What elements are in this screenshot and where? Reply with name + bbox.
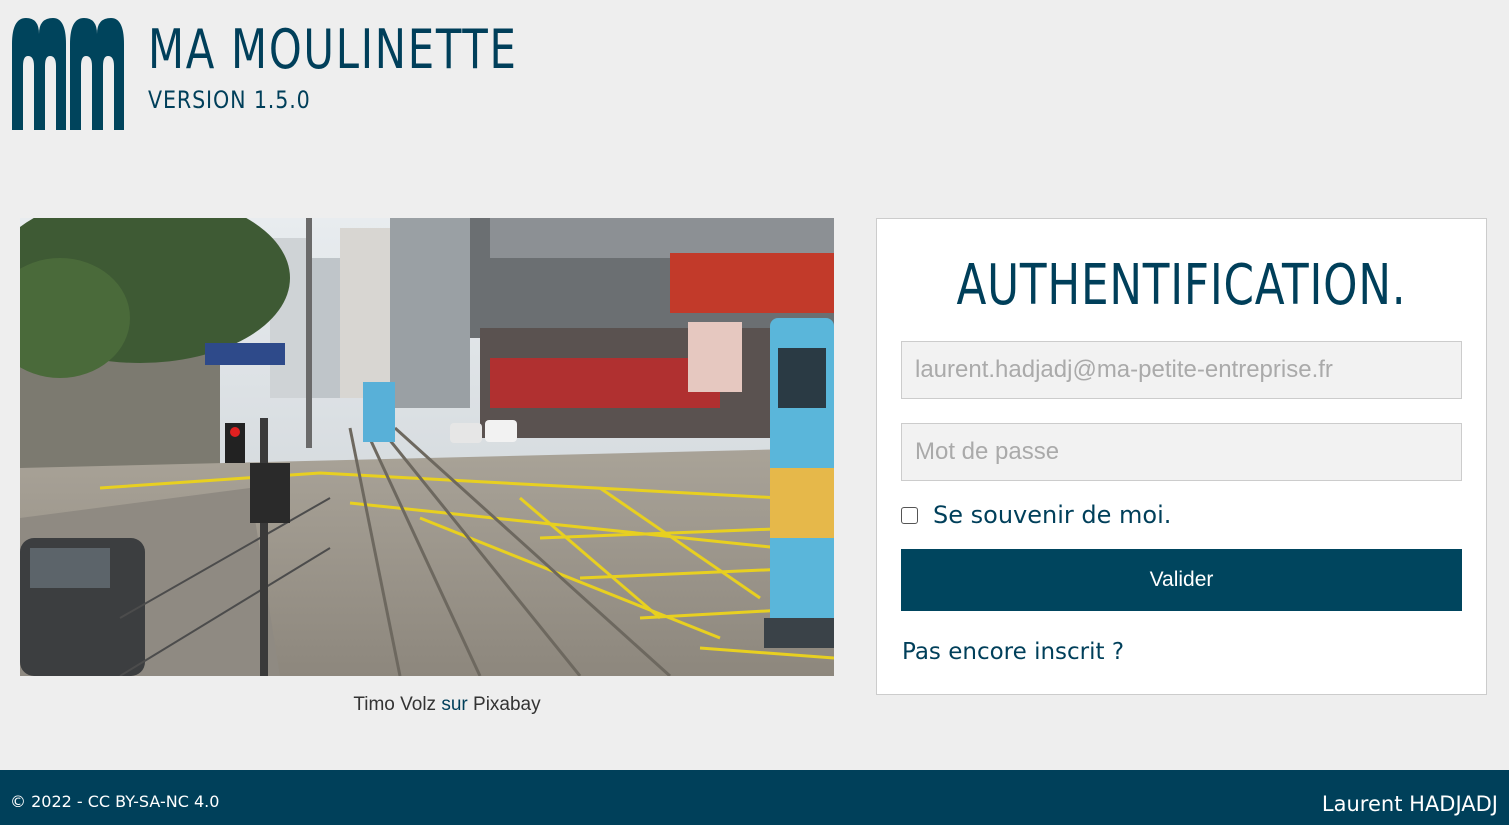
photo-credit-site: Pixabay [473, 694, 541, 715]
login-card: AUTHENTIFICATION. Se souvenir de moi. Va… [876, 218, 1487, 695]
photo-credit-author: Timo Volz [353, 694, 437, 715]
login-title: AUTHENTIFICATION. [877, 253, 1486, 318]
street-photo [20, 218, 834, 676]
footer-author: Laurent HADJADJ [1321, 792, 1498, 816]
footer-copyright: © 2022 - CC BY-SA-NC 4.0 [10, 792, 220, 811]
mm-logo-icon [12, 18, 124, 130]
password-input[interactable] [901, 423, 1462, 481]
photo-credit: Timo Volz sur Pixabay [20, 694, 874, 716]
login-title-text: AUTHENTIFICATION. [956, 253, 1407, 318]
register-link[interactable]: Pas encore inscrit ? [902, 639, 1124, 665]
app-title: MA MOULINETTE [148, 18, 518, 81]
footer: © 2022 - CC BY-SA-NC 4.0 Laurent HADJADJ [0, 770, 1509, 825]
remember-me-label: Se souvenir de moi. [933, 501, 1172, 529]
app-version: VERSION 1.5.0 [148, 86, 311, 114]
submit-button[interactable]: Valider [901, 549, 1462, 611]
remember-me-checkbox[interactable] [901, 506, 918, 524]
email-input[interactable] [901, 341, 1462, 399]
photo-credit-sep: sur [441, 694, 468, 715]
remember-me[interactable]: Se souvenir de moi. [901, 501, 1171, 529]
